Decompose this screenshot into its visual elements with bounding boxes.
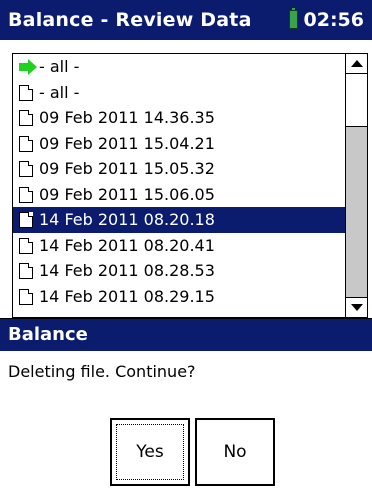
list-item-label: 14 Feb 2011 08.20.41 [39, 235, 215, 255]
list-item-label: 14 Feb 2011 08.20.18 [39, 210, 215, 229]
list-item[interactable]: 09 Feb 2011 15.05.32 [13, 156, 345, 182]
list-item-selected[interactable]: 14 Feb 2011 08.20.18 [13, 207, 345, 233]
focus-rect [116, 424, 184, 480]
green-arrow-icon [19, 59, 37, 75]
scroll-thumb[interactable] [346, 74, 367, 127]
list-item[interactable]: 09 Feb 2011 15.06.05 [13, 182, 345, 208]
list-item[interactable]: 09 Feb 2011 14.36.35 [13, 105, 345, 131]
file-icon [19, 84, 33, 101]
title-bar: Balance - Review Data 02:56 [0, 0, 372, 40]
battery-icon [288, 8, 298, 29]
file-icon [19, 161, 33, 177]
list-item-label: 09 Feb 2011 15.06.05 [39, 184, 215, 204]
no-button-label: No [223, 442, 247, 462]
yes-button[interactable]: Yes [110, 418, 190, 486]
status-area: 02:56 [288, 8, 364, 31]
dialog-title: Balance [0, 319, 372, 351]
vertical-scrollbar[interactable] [345, 54, 367, 317]
scroll-down-icon[interactable] [346, 297, 367, 317]
file-list[interactable]: - all - - all - 09 Feb 2011 14.36.35 09 … [12, 53, 368, 318]
list-item[interactable]: 09 Feb 2011 15.04.21 [13, 131, 345, 157]
list-item-label: 09 Feb 2011 15.05.32 [39, 159, 215, 178]
window-title: Balance - Review Data [8, 9, 252, 31]
list-item-label: - all - [39, 57, 80, 76]
list-item-label: 14 Feb 2011 08.28.53 [39, 261, 215, 280]
file-icon [19, 288, 33, 305]
list-item-label: 14 Feb 2011 08.29.15 [39, 286, 215, 306]
file-icon [19, 237, 33, 254]
file-icon [19, 135, 33, 152]
list-item-label: - all - [39, 82, 80, 102]
file-icon [19, 186, 33, 203]
list-item[interactable]: 14 Feb 2011 08.28.53 [13, 258, 345, 284]
no-button[interactable]: No [195, 418, 275, 486]
file-icon [19, 263, 33, 279]
list-item-all[interactable]: - all - [13, 80, 345, 106]
file-icon [19, 212, 33, 228]
scroll-up-icon[interactable] [346, 54, 367, 74]
list-item-label: 09 Feb 2011 14.36.35 [39, 108, 215, 127]
clock: 02:56 [303, 9, 364, 31]
list-item-label: 09 Feb 2011 15.04.21 [39, 133, 215, 153]
confirm-dialog: Balance Deleting file. Continue? Yes No [0, 318, 372, 486]
dialog-message: Deleting file. Continue? [8, 362, 196, 381]
list-item[interactable]: 14 Feb 2011 08.20.41 [13, 233, 345, 259]
file-icon [19, 110, 33, 126]
list-item[interactable]: 14 Feb 2011 08.29.15 [13, 284, 345, 310]
list-item-all-arrow[interactable]: - all - [13, 54, 345, 80]
file-list-items: - all - - all - 09 Feb 2011 14.36.35 09 … [13, 54, 345, 317]
